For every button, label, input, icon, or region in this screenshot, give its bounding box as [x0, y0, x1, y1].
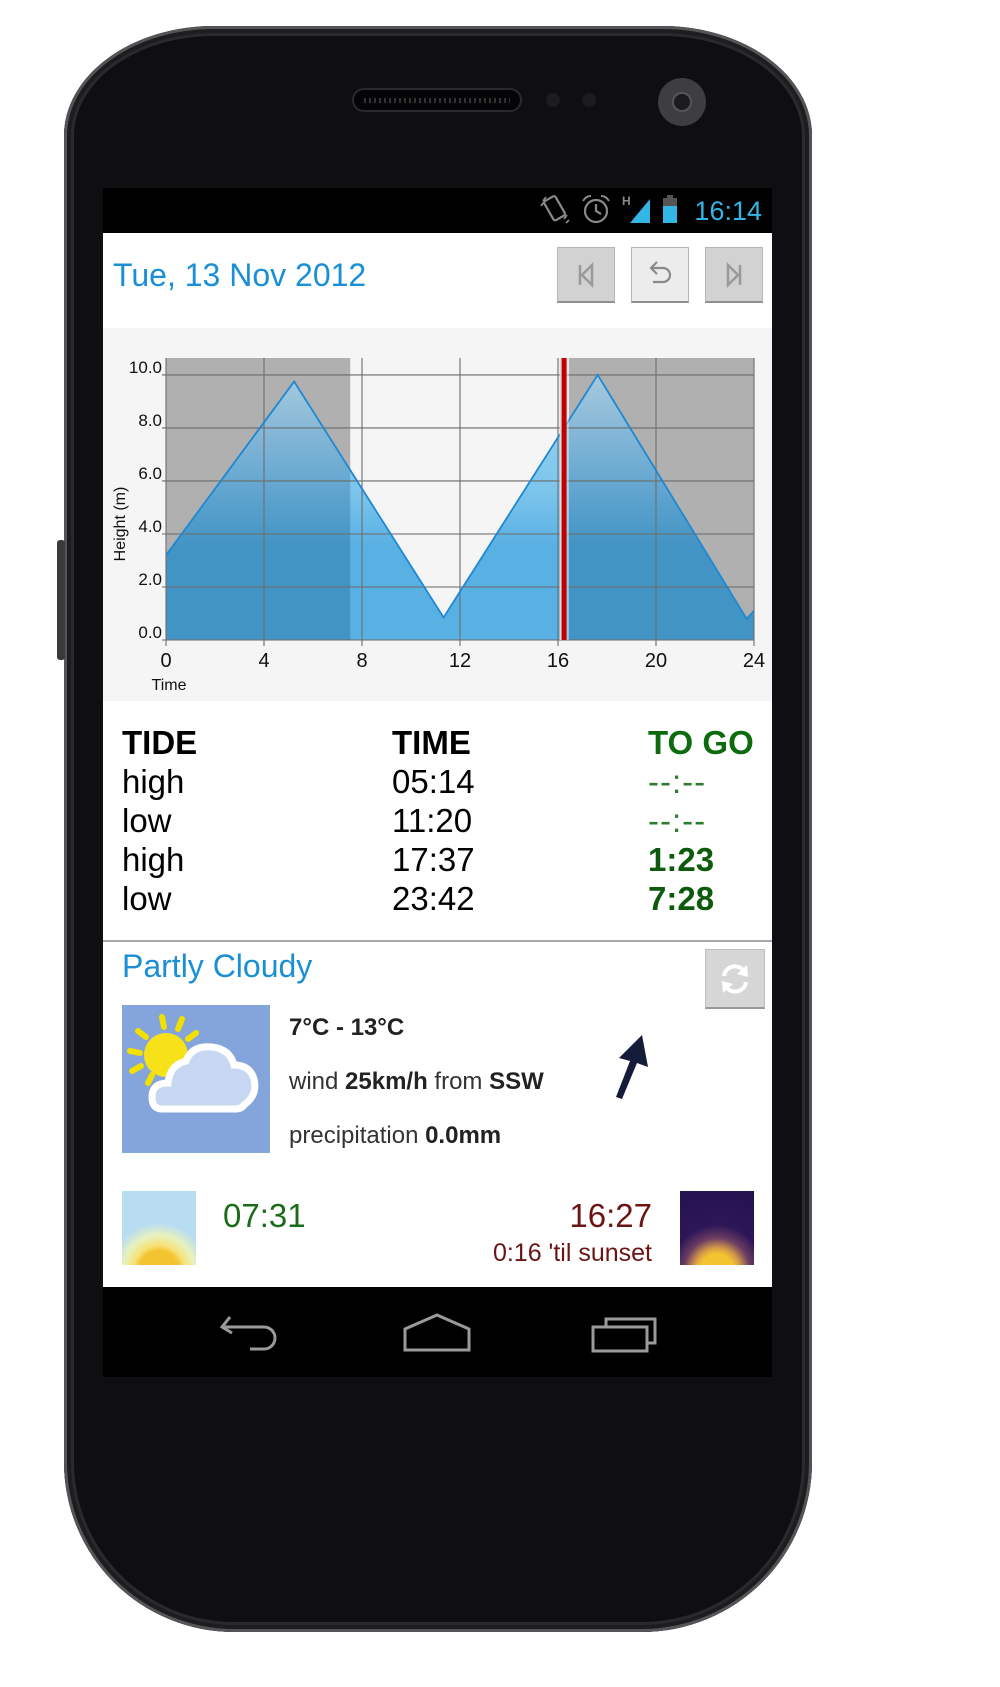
status-clock: 16:14	[694, 195, 762, 226]
next-day-button[interactable]	[705, 247, 763, 303]
tide-type: high	[122, 841, 185, 878]
tide-to-go: 7:28	[648, 880, 715, 917]
tide-row: low 11:20 --:--	[122, 801, 762, 840]
sunrise-icon	[122, 1191, 196, 1265]
precipitation-value: 0.0mm	[425, 1122, 502, 1149]
column-header-to-go: TO GO	[648, 724, 754, 761]
recent-apps-button[interactable]	[589, 1311, 659, 1355]
tide-time: 17:37	[392, 841, 475, 878]
home-icon	[403, 1313, 471, 1352]
wind-info: wind 25km/h from SSW	[289, 1055, 544, 1109]
x-tick-label: 12	[449, 650, 471, 672]
weather-condition: Partly Cloudy	[122, 948, 313, 984]
column-header-time: TIME	[392, 724, 471, 761]
today-button[interactable]	[631, 247, 689, 303]
tide-to-go: --:--	[648, 763, 707, 800]
network-type-label: H	[622, 194, 631, 208]
sunset-time: 16:27	[569, 1197, 652, 1234]
alarm-icon	[580, 193, 612, 229]
x-tick-label: 16	[547, 650, 569, 672]
sunrise-time: 07:31	[223, 1197, 306, 1234]
x-tick-label: 8	[356, 650, 367, 672]
refresh-icon	[722, 963, 748, 994]
vibrate-icon	[540, 193, 571, 229]
sunset-countdown: 0:16 'til sunset	[492, 1239, 652, 1267]
section-divider	[103, 940, 772, 942]
y-tick-label: 8.0	[138, 411, 162, 430]
tide-chart-svg: 0.0 2.0 4.0 6.0 8.0 10.0 0 4 8 12 16 20 24 Time Height…	[112, 358, 765, 694]
x-tick-label: 4	[258, 650, 269, 672]
tide-to-go: --:--	[648, 802, 707, 839]
screen: H 16:14 Tue, 13 Nov 2012 0.0 2.0 4.0 6.0…	[103, 188, 772, 1377]
signal-hspa-icon: H	[622, 193, 652, 229]
wind-direction: SSW	[489, 1068, 544, 1095]
tide-data-point	[293, 381, 295, 383]
x-tick-label: 0	[160, 650, 171, 672]
tide-row: high 17:37 1:23	[122, 840, 762, 879]
back-button[interactable]	[216, 1311, 286, 1355]
y-tick-label: 4.0	[138, 517, 162, 536]
proximity-sensor	[546, 93, 560, 107]
tide-table-header: TIDE TIME TO GO	[122, 723, 762, 762]
date-title: Tue, 13 Nov 2012	[113, 257, 367, 293]
back-icon	[219, 1316, 277, 1351]
x-tick-label: 20	[645, 650, 667, 672]
tide-to-go: 1:23	[648, 841, 715, 878]
system-navigation-bar	[103, 1287, 772, 1377]
tide-row: low 23:42 7:28	[122, 879, 762, 918]
skip-forward-icon	[726, 261, 742, 288]
battery-icon	[662, 193, 678, 229]
tide-type: low	[122, 802, 172, 839]
sunset-icon	[680, 1191, 754, 1265]
tide-row: high 05:14 --:--	[122, 762, 762, 801]
recent-apps-icon	[591, 1317, 657, 1353]
partly-cloudy-icon	[122, 1005, 270, 1153]
tide-data-point	[443, 616, 445, 618]
tide-time: 23:42	[392, 880, 475, 917]
volume-button	[57, 540, 65, 660]
status-bar: H 16:14	[103, 188, 772, 233]
tide-time: 11:20	[392, 802, 473, 839]
x-axis-label: Time	[152, 677, 187, 694]
light-sensor	[582, 93, 596, 107]
refresh-weather-button[interactable]	[705, 949, 765, 1009]
y-tick-label: 10.0	[129, 358, 162, 377]
tide-type: high	[122, 763, 185, 800]
y-tick-label: 2.0	[138, 570, 162, 589]
front-camera	[658, 78, 706, 126]
y-axis-label: Height (m)	[112, 487, 129, 562]
wind-speed: 25km/h	[345, 1068, 428, 1095]
tide-time: 05:14	[392, 763, 475, 800]
column-header-tide: TIDE	[122, 724, 198, 761]
skip-back-icon	[578, 261, 594, 288]
tide-chart: 0.0 2.0 4.0 6.0 8.0 10.0 0 4 8 12 16 20 24 Time Height…	[103, 328, 772, 701]
now-marker-edge	[559, 358, 562, 640]
app-content: Tue, 13 Nov 2012 0.0 2.0 4.0 6.0 8.0 10.…	[103, 233, 772, 1287]
wind-from-label: from	[427, 1068, 490, 1095]
y-tick-label: 6.0	[138, 464, 162, 483]
current-time-marker	[561, 358, 567, 640]
tide-data-point	[597, 374, 599, 376]
x-tick-label: 24	[743, 650, 765, 672]
y-tick-label: 0.0	[138, 623, 162, 642]
weather-details: 7°C - 13°C wind 25km/h from SSW precipit…	[289, 1001, 544, 1163]
wind-label: wind	[289, 1068, 346, 1095]
temperature-range: 7°C - 13°C	[289, 1014, 405, 1041]
wind-direction-arrow-icon	[616, 1035, 648, 1099]
precipitation-label: precipitation	[289, 1122, 426, 1149]
tide-type: low	[122, 880, 172, 917]
tide-table: TIDE TIME TO GO high 05:14 --:-- low 11:…	[122, 723, 762, 918]
previous-day-button[interactable]	[557, 247, 615, 303]
precipitation-info: precipitation 0.0mm	[289, 1109, 544, 1163]
tide-data-point	[746, 618, 748, 620]
home-button[interactable]	[402, 1311, 472, 1355]
undo-icon	[649, 260, 672, 283]
earpiece-speaker	[352, 88, 522, 112]
now-marker-edge	[566, 358, 569, 640]
